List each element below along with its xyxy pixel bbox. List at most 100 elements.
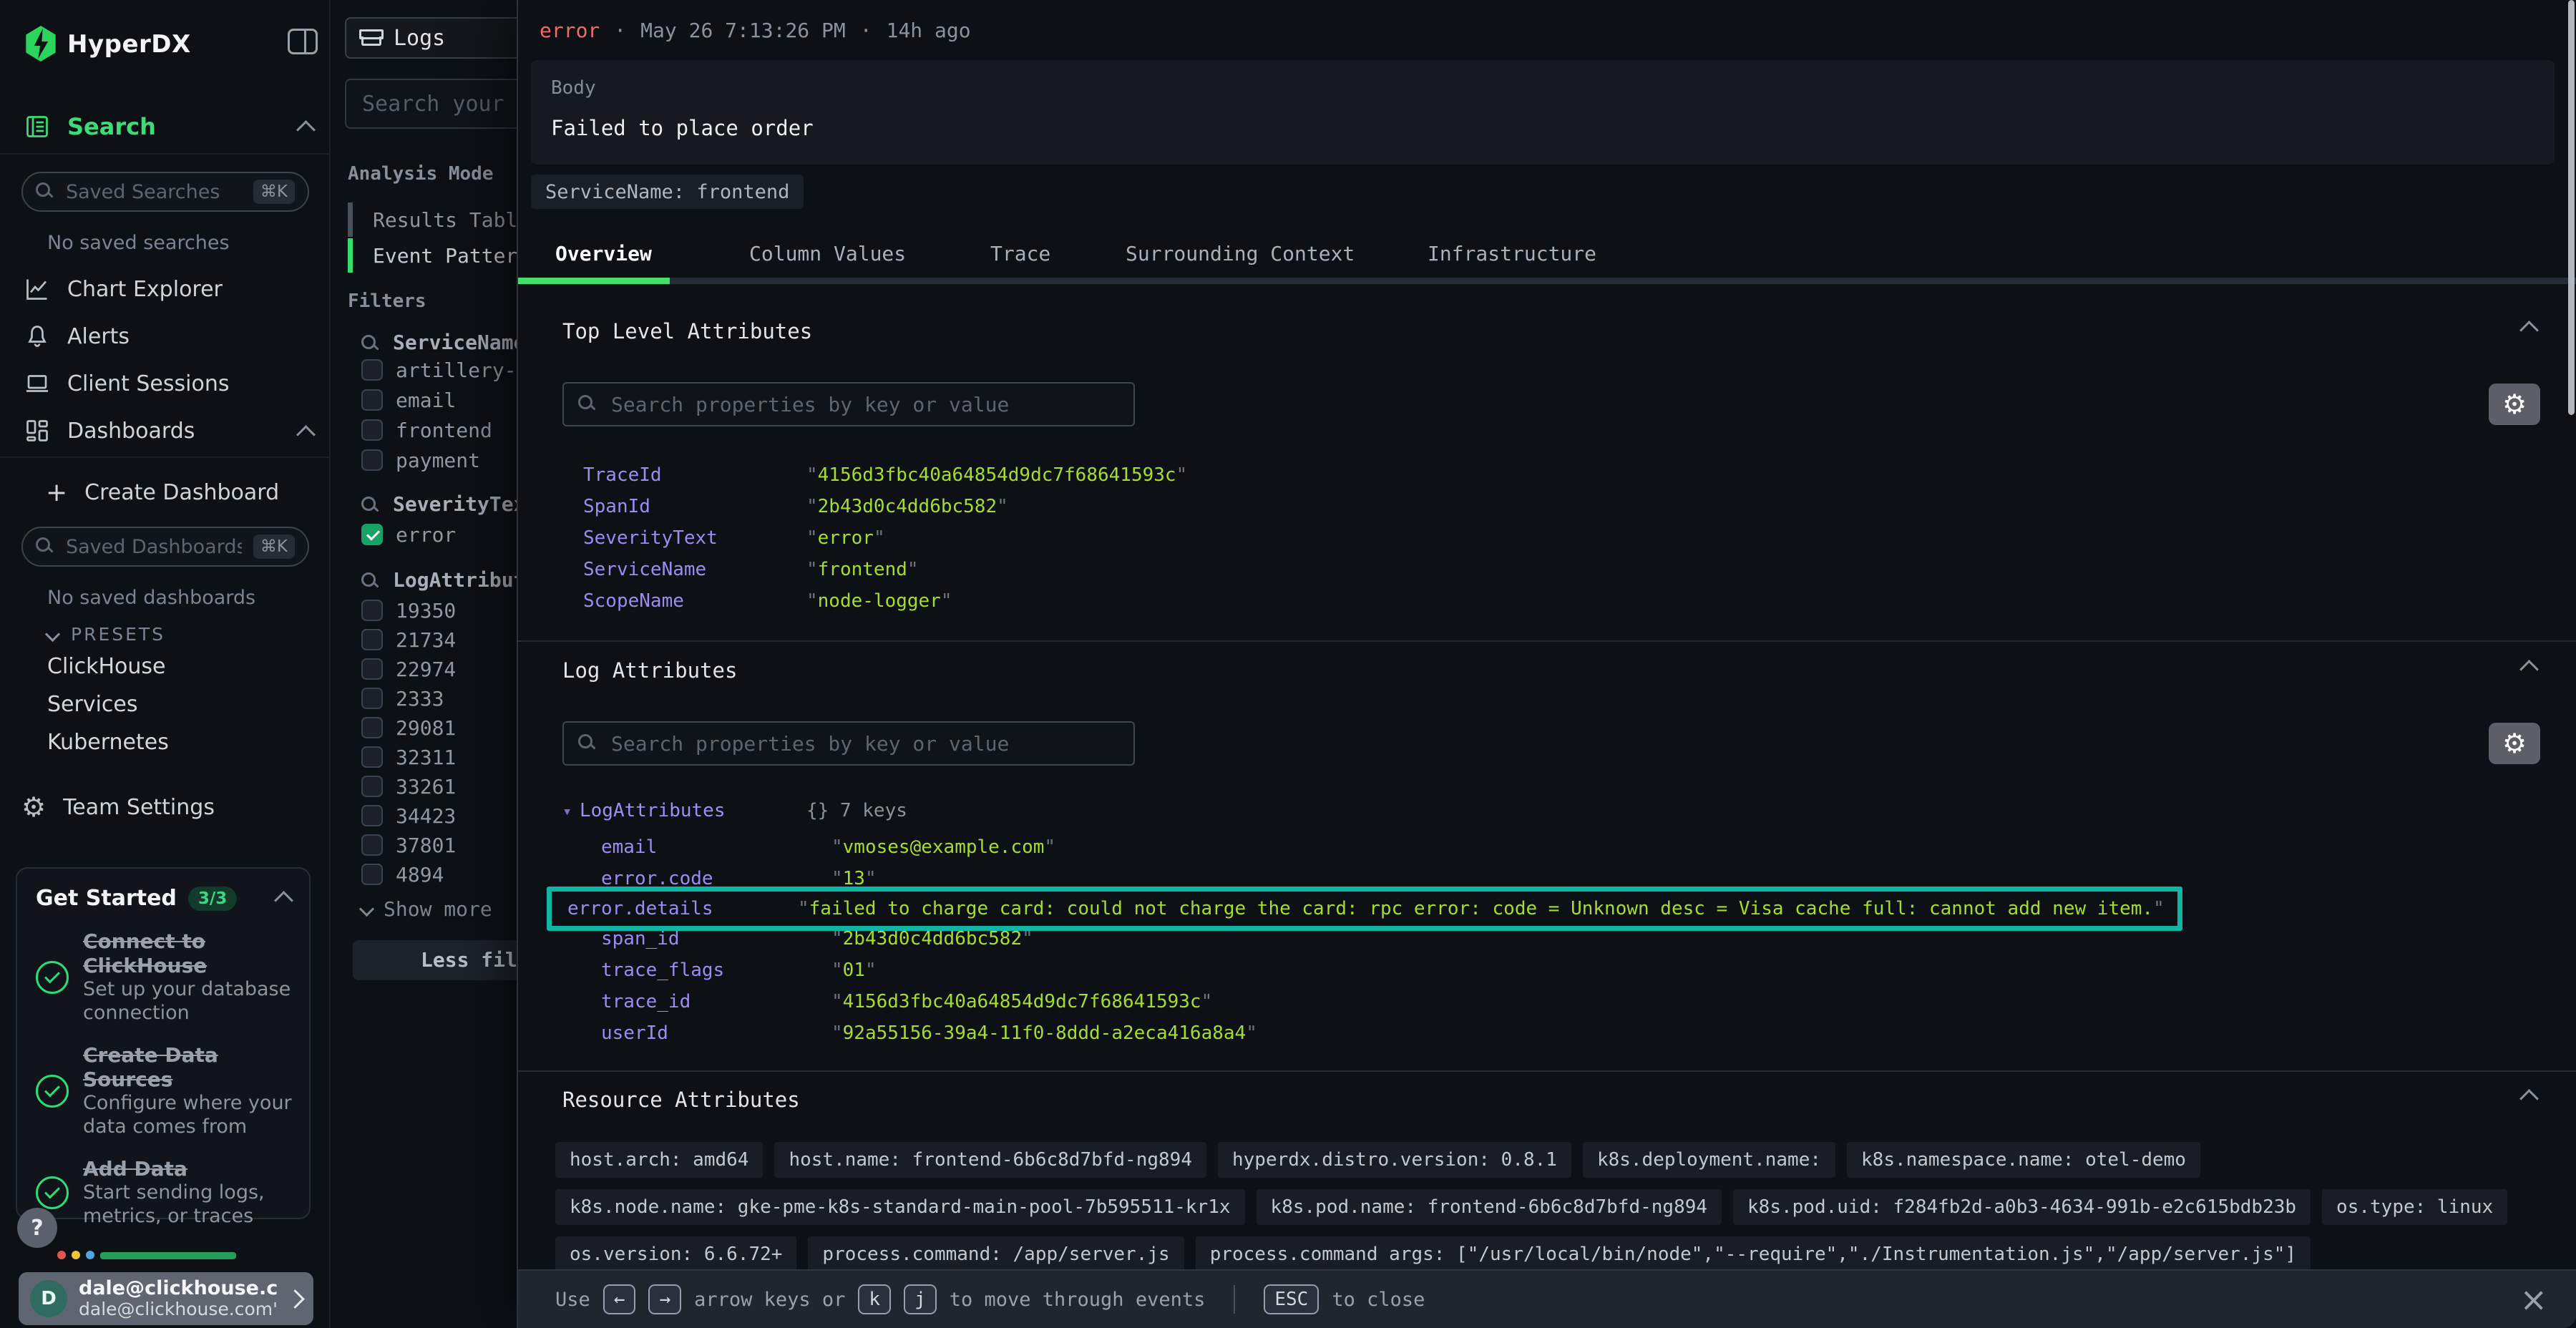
preset-dashboard-link[interactable]: Services xyxy=(47,692,331,717)
tab[interactable]: Infrastructure xyxy=(1428,242,1596,265)
get-started-item[interactable]: Connect to ClickHouse Set up your databa… xyxy=(36,929,291,1025)
mode-results-table[interactable]: Results Table xyxy=(348,202,530,237)
attribute-row[interactable]: ServiceName frontend xyxy=(562,554,2532,585)
attribute-row[interactable]: ScopeName node-logger xyxy=(562,585,2532,617)
sidebar-collapse-icon[interactable] xyxy=(288,29,318,54)
attribute-key[interactable]: ScopeName xyxy=(583,585,806,617)
attribute-key[interactable]: trace_flags xyxy=(601,954,831,986)
attribute-value[interactable]: frontend xyxy=(806,554,919,585)
service-name-tag[interactable]: ServiceName: frontend xyxy=(531,175,804,209)
facet-option[interactable]: 33261 xyxy=(361,776,456,797)
resource-attribute-badge[interactable]: k8s.pod.uid: f284fb2d-a0b3-4634-991b-e2c… xyxy=(1733,1189,2311,1225)
tab[interactable]: Column Values xyxy=(749,242,906,265)
facet-option[interactable]: 29081 xyxy=(361,717,456,738)
facet-option[interactable]: 32311 xyxy=(361,746,456,768)
close-icon[interactable]: × xyxy=(2519,1283,2547,1316)
scrollbar-thumb[interactable] xyxy=(2568,0,2575,415)
checkbox[interactable] xyxy=(361,359,383,381)
facet-option[interactable]: 2333 xyxy=(361,688,456,709)
user-account-chip[interactable]: D dale@clickhouse.com dale@clickhouse.co… xyxy=(19,1272,313,1325)
saved-dashboards-input[interactable]: ⌘K xyxy=(21,527,309,567)
top-level-search-input[interactable] xyxy=(610,392,1119,417)
show-more-button[interactable]: Show more xyxy=(361,897,492,921)
attribute-row[interactable]: error.details failed to charge card: cou… xyxy=(547,887,2182,931)
get-started-item[interactable]: Add Data Start sending logs, metrics, or… xyxy=(36,1157,291,1228)
attribute-value[interactable]: 4156d3fbc40a64854d9dc7f68641593c xyxy=(806,459,1187,491)
facet-option[interactable]: 34423 xyxy=(361,805,456,826)
tree-root-name[interactable]: LogAttributes xyxy=(580,800,726,821)
checkbox[interactable] xyxy=(361,776,383,797)
checkbox[interactable] xyxy=(361,746,383,768)
facet-servicename-header[interactable]: ServiceName xyxy=(361,331,525,354)
preset-dashboard-link[interactable]: Kubernetes xyxy=(47,730,331,755)
chevron-up-icon[interactable] xyxy=(2519,321,2539,340)
attribute-key[interactable]: SeverityText xyxy=(583,522,806,554)
facet-option[interactable]: 19350 xyxy=(361,600,456,621)
chevron-up-icon[interactable] xyxy=(296,120,316,140)
checkbox[interactable] xyxy=(361,524,383,545)
attribute-value[interactable]: 2b43d0c4dd6bc582 xyxy=(806,491,1008,522)
resource-attribute-badge[interactable]: k8s.node.name: gke-pme-k8s-standard-main… xyxy=(555,1189,1245,1225)
attribute-key[interactable]: ServiceName xyxy=(583,554,806,585)
create-dashboard-button[interactable]: + Create Dashboard xyxy=(46,478,279,507)
resource-attribute-badge[interactable]: k8s.pod.name: frontend-6b6c8d7bfd-ng894 xyxy=(1257,1189,1722,1225)
sidebar-item-chart-explorer[interactable]: Chart Explorer xyxy=(24,276,223,302)
checkbox[interactable] xyxy=(361,449,383,471)
resource-attribute-badge[interactable]: os.type: linux xyxy=(2322,1189,2507,1225)
sidebar-item-search[interactable]: Search xyxy=(24,113,156,140)
sidebar-item-dashboards[interactable]: Dashboards xyxy=(24,418,195,444)
tree-collapse-icon[interactable]: ▾ xyxy=(562,803,580,821)
attribute-value[interactable]: vmoses@example.com xyxy=(831,831,1055,863)
log-attributes-settings-button[interactable]: ⚙ xyxy=(2489,723,2540,764)
resource-attribute-badge[interactable]: host.name: frontend-6b6c8d7bfd-ng894 xyxy=(774,1142,1206,1178)
facet-option[interactable]: 22974 xyxy=(361,658,456,680)
checkbox[interactable] xyxy=(361,717,383,738)
tab[interactable]: Trace xyxy=(990,242,1050,265)
saved-dashboards-field[interactable] xyxy=(64,535,243,559)
resource-attribute-badge[interactable]: k8s.namespace.name: otel-demo xyxy=(1847,1142,2200,1178)
attribute-row[interactable]: userId 92a55156-39a4-11f0-8ddd-a2eca416a… xyxy=(562,1017,2532,1049)
chevron-up-icon[interactable] xyxy=(2519,1089,2539,1108)
facet-option[interactable]: 37801 xyxy=(361,834,456,856)
attribute-key[interactable]: email xyxy=(601,831,831,863)
saved-searches-field[interactable] xyxy=(64,180,243,204)
attribute-value[interactable]: failed to charge card: could not charge … xyxy=(798,893,2165,924)
top-level-settings-button[interactable]: ⚙ xyxy=(2489,384,2540,425)
chevron-up-icon[interactable] xyxy=(2519,660,2539,679)
sidebar-item-team-settings[interactable]: ⚙ Team Settings xyxy=(21,791,215,823)
facet-severitytext-header[interactable]: SeverityText xyxy=(361,492,537,516)
attribute-key[interactable]: TraceId xyxy=(583,459,806,491)
log-attributes-search-box[interactable] xyxy=(562,721,1135,766)
checkbox[interactable] xyxy=(361,864,383,885)
attribute-row[interactable]: TraceId 4156d3fbc40a64854d9dc7f68641593c xyxy=(562,459,2532,491)
attribute-key[interactable]: error.details xyxy=(567,893,798,924)
resource-attribute-badge[interactable]: process.command: /app/server.js xyxy=(808,1236,1184,1272)
attribute-value[interactable]: 92a55156-39a4-11f0-8ddd-a2eca416a8a4 xyxy=(831,1017,1257,1049)
attribute-row[interactable]: SeverityText error xyxy=(562,522,2532,554)
help-button[interactable]: ? xyxy=(17,1208,57,1248)
checkbox[interactable] xyxy=(361,834,383,856)
attribute-value[interactable]: 01 xyxy=(831,954,877,986)
saved-searches-input[interactable]: ⌘K xyxy=(21,172,309,212)
resource-attribute-badge[interactable]: process.command args: ["/usr/local/bin/n… xyxy=(1196,1236,2311,1272)
resource-attribute-badge[interactable]: os.version: 6.6.72+ xyxy=(555,1236,796,1272)
checkbox[interactable] xyxy=(361,629,383,650)
checkbox[interactable] xyxy=(361,600,383,621)
tab[interactable]: Surrounding Context xyxy=(1126,242,1355,265)
log-attributes-search-input[interactable] xyxy=(610,731,1119,756)
sidebar-item-client-sessions[interactable]: Client Sessions xyxy=(24,371,229,396)
tab[interactable]: Overview xyxy=(555,242,652,265)
top-level-search-box[interactable] xyxy=(562,382,1135,426)
log-attributes-tree-root[interactable]: ▾ LogAttributes {} 7 keys xyxy=(562,800,726,821)
checkbox[interactable] xyxy=(361,805,383,826)
chevron-up-icon[interactable] xyxy=(296,425,316,444)
attribute-key[interactable]: userId xyxy=(601,1017,831,1049)
checkbox[interactable] xyxy=(361,688,383,709)
facet-option[interactable]: error xyxy=(361,524,456,545)
attribute-row[interactable]: trace_flags 01 xyxy=(562,954,2532,986)
checkbox[interactable] xyxy=(361,658,383,680)
attribute-row[interactable]: email vmoses@example.com xyxy=(562,831,2532,863)
preset-dashboard-link[interactable]: ClickHouse xyxy=(47,654,331,679)
resource-attribute-badge[interactable]: host.arch: amd64 xyxy=(555,1142,763,1178)
facet-option[interactable]: 21734 xyxy=(361,629,456,650)
